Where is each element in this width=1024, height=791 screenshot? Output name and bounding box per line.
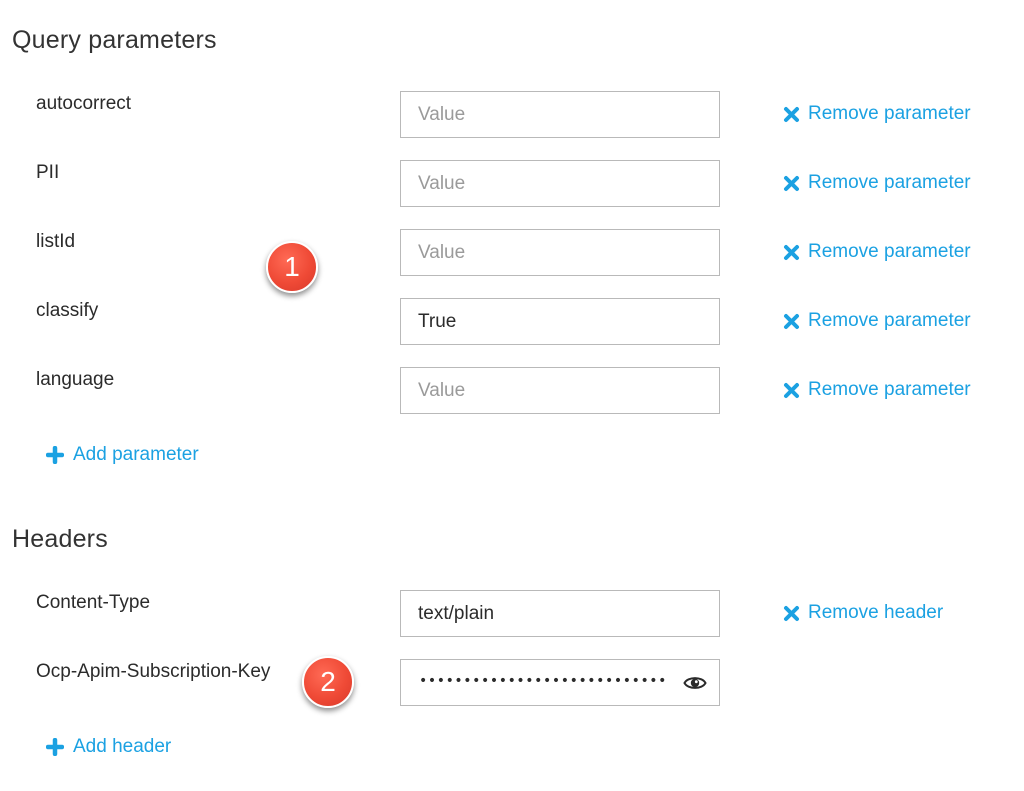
param-row-classify: classify Remove parameter — [0, 298, 1024, 346]
callout-badge-2: 2 — [302, 656, 354, 708]
param-name: PII — [36, 162, 60, 183]
remove-header-label: Remove header — [808, 602, 944, 623]
remove-parameter-button[interactable]: Remove parameter — [783, 310, 971, 332]
remove-parameter-label: Remove parameter — [808, 310, 971, 331]
remove-header-button[interactable]: Remove header — [783, 602, 943, 624]
param-value-input[interactable] — [400, 229, 720, 276]
add-parameter-label: Add parameter — [73, 444, 199, 465]
param-value-input[interactable] — [400, 367, 720, 414]
param-value-input[interactable] — [400, 91, 720, 138]
remove-parameter-label: Remove parameter — [808, 379, 971, 400]
header-value-input[interactable] — [400, 590, 720, 637]
remove-parameter-button[interactable]: Remove parameter — [783, 103, 971, 125]
add-header-button[interactable]: Add header — [46, 736, 171, 758]
callout-badge-1: 1 — [266, 241, 318, 293]
param-row-language: language Remove parameter — [0, 367, 1024, 415]
api-console-form: Query parameters autocorrect Remove para… — [0, 0, 1024, 791]
masked-key-value: ••••••••••••••••••••••••••••••••• — [419, 673, 665, 689]
param-value-input[interactable] — [400, 298, 720, 345]
remove-parameter-label: Remove parameter — [808, 172, 971, 193]
remove-parameter-button[interactable]: Remove parameter — [783, 241, 971, 263]
param-value-input[interactable] — [400, 160, 720, 207]
add-parameter-button[interactable]: Add parameter — [46, 444, 199, 466]
header-name: Ocp-Apim-Subscription-Key — [36, 661, 271, 682]
param-name: listId — [36, 231, 76, 252]
query-parameters-title: Query parameters — [12, 26, 217, 54]
remove-parameter-button[interactable]: Remove parameter — [783, 379, 971, 401]
remove-parameter-button[interactable]: Remove parameter — [783, 172, 971, 194]
header-name: Content-Type — [36, 592, 151, 613]
close-x-icon — [783, 382, 800, 399]
remove-parameter-label: Remove parameter — [808, 241, 971, 262]
close-x-icon — [783, 244, 800, 261]
header-row-content-type: Content-Type Remove header — [0, 590, 1024, 638]
subscription-key-input[interactable]: ••••••••••••••••••••••••••••••••• — [400, 659, 720, 706]
param-name: classify — [36, 300, 99, 321]
close-x-icon — [783, 605, 800, 622]
param-name: language — [36, 369, 115, 390]
plus-icon — [46, 446, 64, 464]
param-row-autocorrect: autocorrect Remove parameter — [0, 91, 1024, 139]
remove-parameter-label: Remove parameter — [808, 103, 971, 124]
param-row-listid: listId Remove parameter — [0, 229, 1024, 277]
eye-icon[interactable] — [683, 673, 707, 693]
add-header-label: Add header — [73, 736, 172, 757]
close-x-icon — [783, 313, 800, 330]
header-row-subscription-key: Ocp-Apim-Subscription-Key ••••••••••••••… — [0, 659, 1024, 707]
param-name: autocorrect — [36, 93, 132, 114]
close-x-icon — [783, 175, 800, 192]
headers-title: Headers — [12, 525, 108, 553]
plus-icon — [46, 738, 64, 756]
close-x-icon — [783, 106, 800, 123]
param-row-pii: PII Remove parameter — [0, 160, 1024, 208]
